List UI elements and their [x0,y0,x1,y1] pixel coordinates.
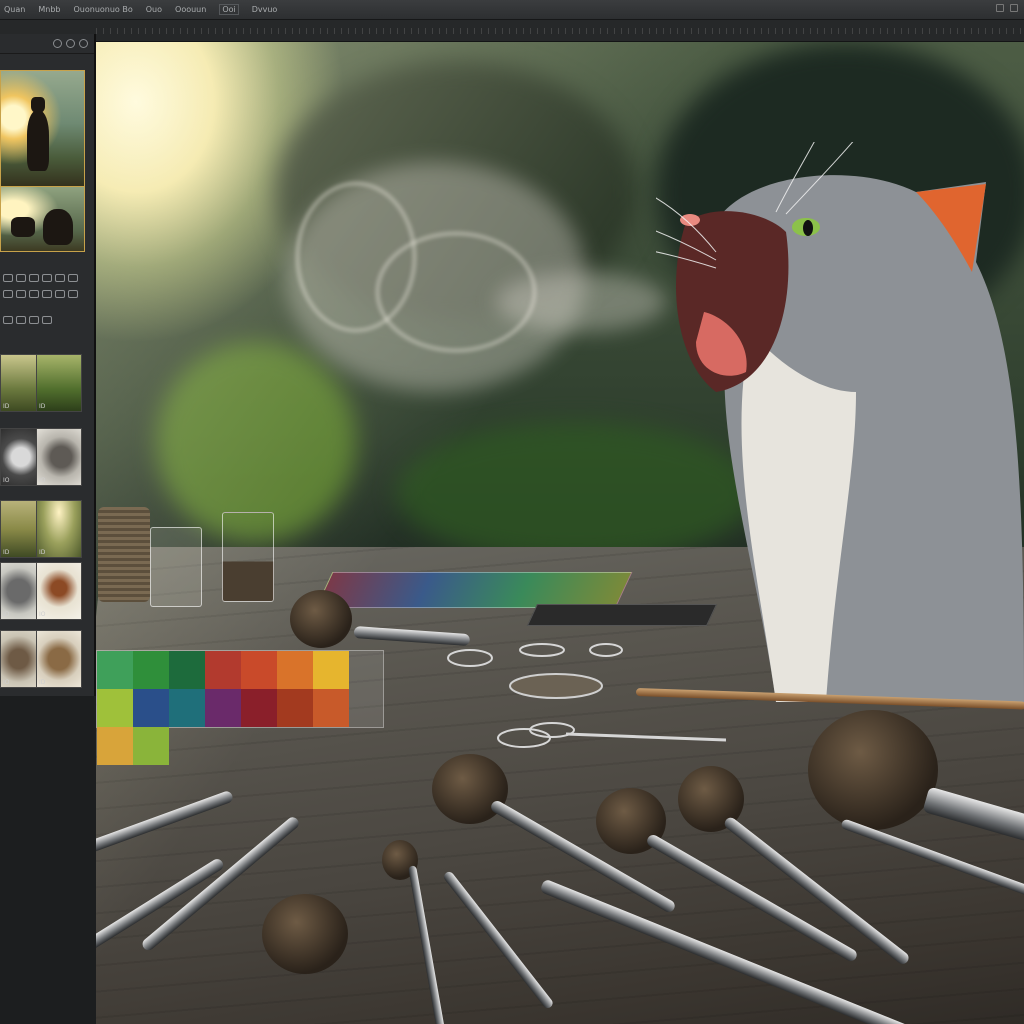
tool-icon[interactable] [3,316,13,324]
grid-thumbnail-label: ID [39,549,46,556]
grid-thumbnail-label: IO [3,477,10,484]
tool-icon[interactable] [29,316,39,324]
tool-icon[interactable] [3,274,13,282]
tool-icon[interactable] [3,290,13,298]
string-spool [98,507,150,602]
grid-thumbnail[interactable]: IO [36,562,82,620]
tool-icon[interactable] [42,316,52,324]
grid-thumbnail[interactable]: IO [36,428,82,486]
side-panel: ID ID IO IO ID ID ID IO IO ID [0,34,96,696]
options-bar [0,20,1024,42]
grid-thumbnail-label: ID [3,403,10,410]
cat-silhouette [43,209,73,245]
ink-bottle [222,512,274,602]
cat-head-silhouette [31,97,45,113]
tool-icon[interactable] [68,274,78,282]
menu-item-3[interactable]: Ouonuonuo Bo [73,5,132,14]
tool-icon[interactable] [55,290,65,298]
grid-thumbnail-label: ID [3,549,10,556]
panel-header [0,34,94,54]
round-brush [290,590,352,648]
scissors-group [447,643,726,748]
tool-icon[interactable] [42,274,52,282]
panel-toolbar [0,274,94,284]
panel-circle-icon[interactable] [79,39,88,48]
main-canvas-photo[interactable] [96,42,1024,1024]
menu-item-1[interactable]: Quan [4,5,25,14]
menu-item-7[interactable]: Dvvuo [252,5,278,14]
large-brush [808,710,938,830]
tool-icon[interactable] [68,290,78,298]
flat-case [526,604,718,626]
menu-item-2[interactable]: Mnbb [38,5,60,14]
tool-icon[interactable] [29,274,39,282]
menu-item-4[interactable]: Ouo [146,5,162,14]
menu-bar: Quan Mnbb Ouonuonuo Bo Ouo Ooouun Ooi Dv… [0,0,1024,20]
cat-silhouette [11,217,35,237]
panel-circle-icon[interactable] [66,39,75,48]
menu-item-5[interactable]: Ooouun [175,5,206,14]
tool-icon[interactable] [16,274,26,282]
grid-thumbnail-label: ID [3,611,10,618]
cat-illustration [656,142,1024,702]
grid-thumbnail[interactable]: ID [36,500,82,558]
grid-thumbnail[interactable]: ID [36,630,82,688]
thumbnail-cat-sunset[interactable] [0,70,85,188]
tool-icon[interactable] [29,290,39,298]
grid-thumbnail-label: ID [39,679,46,686]
cat-silhouette [27,111,49,171]
tool-icon[interactable] [55,274,65,282]
ruler [96,28,1024,34]
grid-thumbnail-label: IO [39,611,46,618]
thumbnail-two-cats[interactable] [0,186,85,252]
menu-item-6[interactable]: Ooi [219,4,239,15]
round-brush [262,894,348,974]
panel-circle-icon[interactable] [53,39,62,48]
smoke-stream [496,272,666,332]
grid-thumbnail-label: IO [3,679,10,686]
grid-icon[interactable] [996,4,1004,12]
panel-toolbar [0,290,94,300]
tool-icon[interactable] [16,316,26,324]
grid-thumbnail-label: ID [39,403,46,410]
tool-icon[interactable] [16,290,26,298]
panel-toolbar [0,316,94,326]
tool-icon[interactable] [42,290,52,298]
color-palette [96,650,384,765]
eyeshadow-palette [315,572,633,608]
grid-thumbnail[interactable]: ID [36,354,82,412]
glass-jar [150,527,202,607]
window-icon[interactable] [1010,4,1018,12]
window-controls [996,4,1018,12]
grid-thumbnail-label: IO [39,477,46,484]
